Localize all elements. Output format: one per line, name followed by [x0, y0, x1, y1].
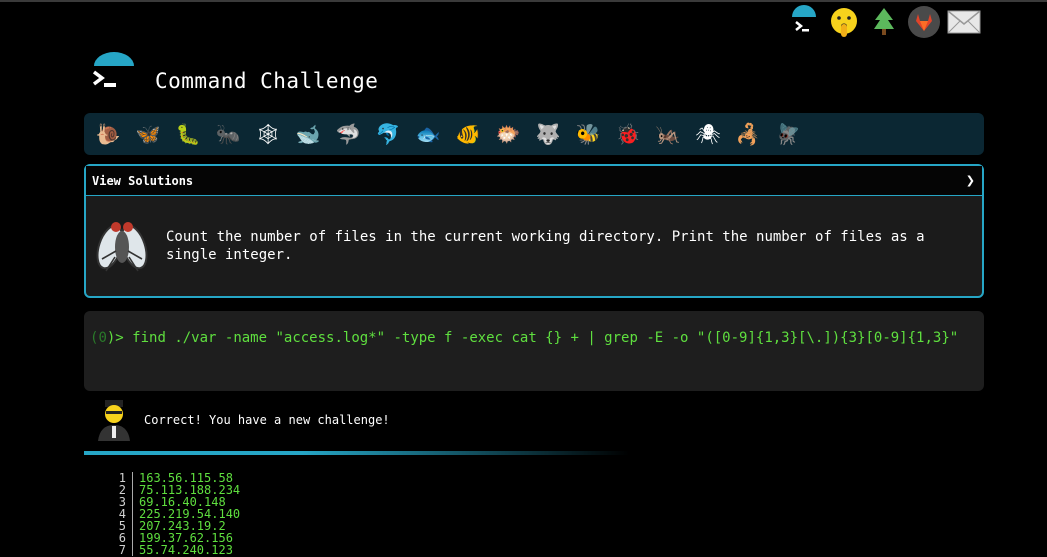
shark-icon[interactable]: 🦈 — [328, 114, 368, 154]
top-border — [0, 0, 1047, 2]
ladybug-icon[interactable]: 🐞 — [608, 114, 648, 154]
gitlab-icon[interactable] — [904, 4, 944, 40]
shushing-face-icon[interactable] — [824, 4, 864, 40]
snail-icon[interactable]: 🐌 — [88, 114, 128, 154]
tropical-fish-icon[interactable]: 🐠 — [448, 114, 488, 154]
command-text: find ./var -name "access.log*" -type f -… — [132, 330, 959, 346]
terminal-logo-icon[interactable] — [784, 4, 824, 40]
fly-icon — [94, 217, 150, 277]
top-icon-bar — [784, 4, 984, 40]
caterpillar-icon[interactable]: 🐛 — [168, 114, 208, 154]
spider-icon[interactable]: 🕷 — [688, 114, 728, 154]
challenge-panel: View Solutions ❯ Count the number of fil… — [84, 164, 984, 298]
line-value: 55.74.240.123 — [139, 543, 233, 557]
divider-bar — [84, 451, 629, 455]
wolf-icon[interactable]: 🐺 — [528, 114, 568, 154]
line-number: 7 — [104, 544, 133, 556]
page-title: Command Challenge — [155, 69, 379, 93]
bee-icon[interactable]: 🐝 — [568, 114, 608, 154]
dolphin-icon[interactable]: 🐬 — [368, 114, 408, 154]
header: Command Challenge — [88, 50, 378, 102]
command-output: 1 163.56.115.58 2 75.113.188.234 3 69.16.40.1… — [104, 472, 240, 556]
chevron-right-icon: ❯ — [965, 174, 975, 187]
prompt-counter: 0 — [98, 330, 107, 346]
tree-icon[interactable] — [864, 4, 904, 40]
judge-avatar-icon — [96, 399, 132, 441]
output-line: 7 55.74.240.123 — [104, 544, 240, 556]
result-message: Correct! You have a new challenge! — [96, 399, 390, 441]
butterfly-icon[interactable]: 🦋 — [128, 114, 168, 154]
blowfish-icon[interactable]: 🐡 — [488, 114, 528, 154]
fly-icon[interactable]: 🪰 — [768, 114, 808, 154]
view-solutions-toggle[interactable]: View Solutions ❯ — [86, 166, 982, 196]
ant-icon[interactable]: 🐜 — [208, 114, 248, 154]
spiderweb-icon[interactable]: 🕸 — [248, 114, 288, 154]
prompt-close: )> — [106, 330, 133, 346]
mail-icon[interactable] — [944, 4, 984, 40]
view-solutions-label: View Solutions — [92, 173, 194, 188]
whale-icon[interactable]: 🐋 — [288, 114, 328, 154]
challenge-description: Count the number of files in the current… — [166, 228, 925, 263]
cricket-icon[interactable]: 🦗 — [648, 114, 688, 154]
command-challenge-logo[interactable] — [88, 50, 140, 102]
critter-bar: 🐌 🦋 🐛 🐜 🕸 🐋 🦈 🐬 🐟 🐠 🐡 🐺 🐝 🐞 🦗 🕷 🦂 🪰 — [84, 113, 984, 155]
fish-icon[interactable]: 🐟 — [408, 114, 448, 154]
result-text: Correct! You have a new challenge! — [144, 413, 390, 427]
scorpion-icon[interactable]: 🦂 — [728, 114, 768, 154]
terminal-input[interactable]: (0)> find ./var -name "access.log*" -typ… — [84, 311, 984, 391]
